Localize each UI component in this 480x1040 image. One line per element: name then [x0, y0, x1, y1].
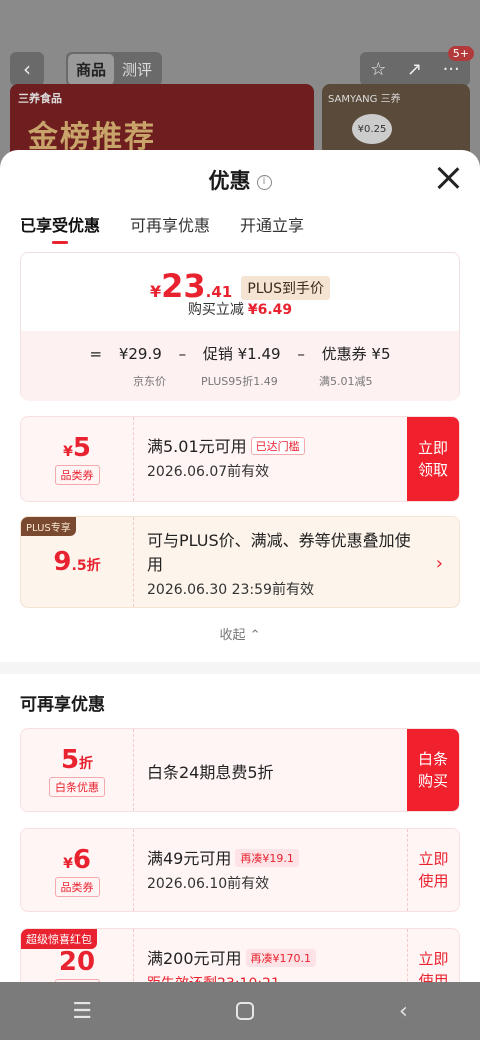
save-label: 购买立减: [187, 302, 244, 318]
product-actions: ☆ ↗ ··· 5+: [360, 46, 474, 86]
close-icon[interactable]: [434, 164, 462, 192]
remaining-tag: 再凑¥170.1: [245, 949, 317, 967]
remaining-tag: 再凑¥19.1: [235, 849, 299, 867]
coupon-divider: [133, 929, 134, 982]
message-badge: 5+: [447, 46, 474, 61]
coupon-value: 20 品类券: [21, 929, 133, 982]
collapse-button[interactable]: 收起 ⌃: [0, 624, 480, 643]
tab-activate[interactable]: 开通立享: [240, 208, 304, 248]
save-value: ¥6.49: [247, 302, 293, 318]
coupon-condition: 满200元可用: [147, 949, 242, 968]
system-navbar: ☰ ‹: [0, 982, 480, 1040]
coupon-divider: [133, 417, 134, 501]
coupon-label: 满5.01减5: [319, 375, 373, 388]
coupon-details: 满5.01元可用 已达门槛 2026.06.07前有效: [147, 433, 399, 481]
section-title: 可再享优惠: [20, 695, 105, 715]
coupon-kind: 白条优惠: [49, 777, 105, 797]
promo-label: PLUS95折1.49: [201, 375, 278, 388]
coupon-divider: [133, 829, 134, 911]
coupon-value: ¥6 品类券: [21, 829, 133, 911]
coupon-kind: 品类券: [54, 877, 100, 897]
coupon-card: ¥6 品类券 满49元可用 再凑¥19.1 2026.06.10前有效 立即 使用: [20, 828, 460, 912]
product-banner: 三养食品 金榜推荐: [10, 84, 314, 160]
back-icon[interactable]: ‹: [10, 52, 44, 86]
coupon-card: ¥5 品类券 满5.01元可用 已达门槛 2026.06.07前有效 立即 领取: [20, 416, 460, 502]
minus-sign: –: [297, 345, 305, 363]
coupon-condition: 白条24期息费5折: [147, 763, 274, 782]
back-nav-icon[interactable]: ‹: [399, 999, 408, 1024]
price-summary-card: ¥23.41 PLUS到手价 购买立减 ¥6.49 = ¥29.9 – 促销 ¥1…: [20, 252, 460, 401]
sheet-title: 优惠 i: [0, 165, 480, 195]
offer-tabs: 已享受优惠 可再享优惠 开通立享: [0, 208, 480, 248]
coupon-amount-suffix: .5折: [71, 558, 101, 574]
baitiao-buy-button[interactable]: 白条 购买: [407, 729, 459, 811]
currency-symbol: ¥: [63, 856, 73, 872]
tab-review[interactable]: 测评: [114, 54, 160, 85]
jd-price: ¥29.9: [118, 345, 162, 363]
brand-logo: 三养食品: [18, 92, 62, 105]
share-icon[interactable]: ↗: [407, 59, 422, 80]
coupon-condition: 可与PLUS价、满减、券等优惠叠加使用: [147, 531, 411, 574]
coupon-details: 白条24期息费5折: [147, 759, 399, 783]
product-topbar: ‹ 商品 测评 ☆ ↗ ··· 5+: [10, 46, 474, 88]
coupon-amount: 5: [60, 745, 80, 775]
coupon-details: 满200元可用再凑¥170.1 距失效还剩23:10:21: [147, 945, 399, 982]
coupon-value: ¥5 品类券: [21, 417, 133, 501]
offers-sheet: 优惠 i 已享受优惠 可再享优惠 开通立享 ¥23.41 PLUS到手价 购买立减…: [0, 150, 480, 982]
coupon-value: 9.5折: [21, 517, 133, 607]
coupon-amount: 9: [53, 547, 72, 577]
price-breakdown: = ¥29.9 – 促销 ¥1.49 – 优惠券 ¥5 京东价 PLUS95折1…: [21, 331, 459, 401]
coupon-value: 5折 白条优惠: [21, 729, 133, 811]
info-icon[interactable]: i: [256, 174, 272, 190]
save-row: 购买立减 ¥6.49: [21, 299, 459, 319]
plus-discount-card[interactable]: PLUS专享 9.5折 可与PLUS价、满减、券等优惠叠加使用 2026.06.…: [20, 516, 460, 608]
coupon-expiry: 2026.06.30 23:59前有效: [147, 582, 314, 598]
product-tabs: 商品 测评: [66, 52, 163, 86]
coupon-expiry: 2026.06.10前有效: [147, 876, 270, 892]
plus-price-badge: PLUS到手价: [241, 276, 331, 300]
coupon-card: 5折 白条优惠 白条24期息费5折 白条 购买: [20, 728, 460, 812]
coupon-condition: 满5.01元可用: [147, 437, 247, 456]
tab-more-offers[interactable]: 可再享优惠: [130, 208, 210, 248]
equals-sign: =: [89, 345, 103, 363]
coupon-divider: [133, 729, 134, 811]
thumb-brand: SAMYANG 三养: [328, 94, 401, 105]
coupon-amount: 6: [72, 845, 91, 875]
coupon-discount: 优惠券 ¥5: [321, 345, 391, 363]
coupon-details: 满49元可用 再凑¥19.1 2026.06.10前有效: [147, 845, 399, 893]
tab-enjoyed[interactable]: 已享受优惠: [20, 208, 100, 248]
sheet-title-text: 优惠: [208, 169, 251, 193]
sheet-header: 优惠 i: [0, 150, 480, 208]
coupon-expiry: 2026.06.07前有效: [147, 464, 270, 480]
thumb-price: ¥0.25: [352, 114, 392, 144]
coupon-countdown: 距失效还剩23:10:21: [147, 973, 399, 982]
use-button[interactable]: 立即 使用: [407, 929, 459, 982]
chevron-right-icon[interactable]: ›: [436, 553, 443, 574]
coupon-details: 可与PLUS价、满减、券等优惠叠加使用 2026.06.30 23:59前有效: [147, 529, 419, 599]
promo-discount: 促销 ¥1.49: [202, 345, 281, 363]
tab-product[interactable]: 商品: [68, 53, 115, 85]
coupon-card: 超级惊喜红包 20 品类券 满200元可用再凑¥170.1 距失效还剩23:10…: [20, 928, 460, 982]
coupon-amount: 20: [58, 947, 96, 977]
breakdown-line: = ¥29.9 – 促销 ¥1.49 – 优惠券 ¥5: [21, 343, 459, 364]
more-icon[interactable]: ···: [443, 59, 460, 80]
coupon-condition: 满49元可用: [147, 849, 232, 868]
menu-icon[interactable]: ☰: [72, 999, 92, 1024]
use-button[interactable]: 立即 使用: [407, 829, 459, 911]
claim-button[interactable]: 立即 领取: [407, 417, 459, 501]
threshold-tag: 已达门槛: [250, 437, 305, 455]
currency-symbol: ¥: [63, 444, 73, 460]
star-icon[interactable]: ☆: [370, 59, 386, 80]
product-thumbnail: SAMYANG 三养 ¥0.25: [322, 84, 470, 160]
home-icon[interactable]: [236, 1002, 255, 1020]
jd-price-label: 京东价: [133, 375, 166, 388]
minus-sign: –: [178, 345, 187, 363]
section-gap: [0, 662, 480, 674]
coupon-kind: 品类券: [54, 465, 100, 485]
coupon-divider: [133, 517, 134, 607]
coupon-amount: 5: [72, 433, 91, 463]
coupon-amount-suffix: 折: [79, 756, 94, 772]
